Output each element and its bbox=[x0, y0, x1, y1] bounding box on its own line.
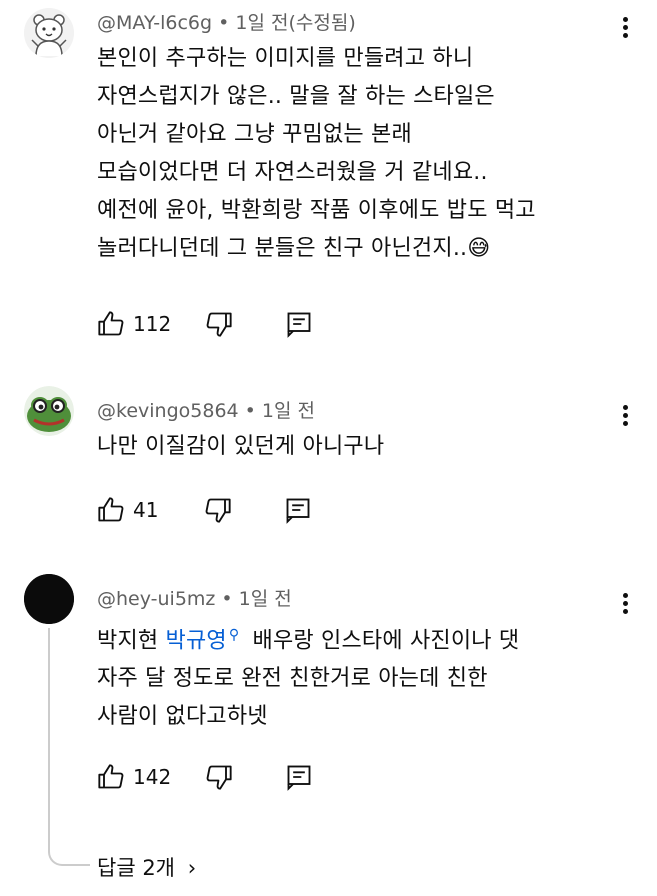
comment-line: 놀러다니던데 그 분들은 친구 아닌건지..😅 bbox=[97, 230, 627, 268]
comment-line: 아닌거 같아요 그냥 꾸밈없는 본래 bbox=[97, 122, 412, 147]
thumb-down-icon[interactable] bbox=[204, 496, 232, 524]
comment-line: 사람이 없다고하넷 bbox=[97, 704, 268, 730]
timestamp: • 1일 전 bbox=[238, 400, 315, 422]
more-vert-icon[interactable] bbox=[621, 402, 629, 429]
chevron-right-icon: › bbox=[187, 856, 197, 880]
frog-avatar-icon bbox=[24, 386, 74, 436]
comment-line: 박지현 박규영 ⚲ 배우랑 인스타에 사진이나 댓 bbox=[97, 616, 627, 660]
thread-connector bbox=[48, 628, 90, 866]
thumb-down-icon[interactable] bbox=[205, 763, 233, 791]
comment-line: 자연스럽지가 않은.. 말을 잘 하는 스타일은 bbox=[97, 84, 495, 109]
comment-meta: @hey-ui5mz • 1일 전 bbox=[97, 584, 292, 611]
dark-avatar-icon bbox=[24, 574, 74, 624]
comment-line: 본인이 추구하는 이미지를 만들려고 하니 bbox=[97, 46, 474, 71]
bear-avatar-icon bbox=[24, 8, 74, 58]
view-replies-button[interactable]: 답글 2개 › bbox=[97, 852, 196, 882]
author-name[interactable]: @MAY-l6c6g bbox=[97, 12, 212, 34]
mention-link[interactable]: 박규영 bbox=[166, 628, 227, 653]
comment-line: 나만 이질감이 있던게 아니구나 bbox=[97, 434, 385, 459]
comment-line: 모습이었다면 더 자연스러웠을 거 같네요.. bbox=[97, 160, 488, 185]
avatar[interactable] bbox=[24, 574, 74, 624]
comment-actions: 41 bbox=[97, 494, 312, 526]
reply-icon[interactable] bbox=[285, 310, 313, 338]
search-icon: ⚲ bbox=[228, 627, 240, 643]
comment-line-text: 놀러다니던데 그 분들은 친구 아닌건지.. bbox=[97, 236, 468, 261]
comment-text: 본인이 추구하는 이미지를 만들려고 하니 자연스럽지가 않은.. 말을 잘 하… bbox=[97, 40, 627, 268]
thumb-down-icon[interactable] bbox=[205, 310, 233, 338]
timestamp: • 1일 전(수정됨) bbox=[212, 12, 356, 34]
more-vert-icon[interactable] bbox=[621, 590, 629, 617]
comment-line-text: 배우랑 인스타에 사진이나 댓 bbox=[245, 628, 520, 654]
comment-text: 박지현 박규영 ⚲ 배우랑 인스타에 사진이나 댓 자주 달 정도로 완전 친한거… bbox=[97, 616, 627, 736]
comment-actions: 142 bbox=[97, 761, 313, 793]
comment-meta: @MAY-l6c6g • 1일 전(수정됨) bbox=[97, 8, 356, 35]
reply-icon[interactable] bbox=[285, 763, 313, 791]
comment-line: 예전에 윤아, 박환희랑 작품 이후에도 밥도 먹고 bbox=[97, 198, 536, 223]
more-vert-icon[interactable] bbox=[621, 14, 629, 41]
avatar[interactable] bbox=[24, 8, 74, 58]
comment-line: 자주 달 정도로 완전 친한거로 아는데 친한 bbox=[97, 666, 488, 692]
like-count: 112 bbox=[133, 312, 172, 336]
like-count: 41 bbox=[133, 498, 159, 522]
reply-icon[interactable] bbox=[284, 496, 312, 524]
comment-actions: 112 bbox=[97, 308, 313, 340]
replies-label: 답글 2개 bbox=[97, 856, 175, 880]
thumb-up-icon[interactable] bbox=[97, 763, 125, 791]
comment-text: 나만 이질감이 있던게 아니구나 bbox=[97, 428, 627, 466]
sweat-smile-emoji: 😅 bbox=[467, 236, 491, 261]
avatar[interactable] bbox=[24, 386, 74, 436]
timestamp: • 1일 전 bbox=[215, 588, 292, 610]
author-name[interactable]: @kevingo5864 bbox=[97, 400, 239, 422]
author-name[interactable]: @hey-ui5mz bbox=[97, 588, 215, 610]
thumb-up-icon[interactable] bbox=[97, 310, 125, 338]
thumb-up-icon[interactable] bbox=[97, 496, 125, 524]
comment-meta: @kevingo5864 • 1일 전 bbox=[97, 396, 315, 423]
comment-line-text: 박지현 bbox=[97, 628, 166, 654]
like-count: 142 bbox=[133, 765, 172, 789]
